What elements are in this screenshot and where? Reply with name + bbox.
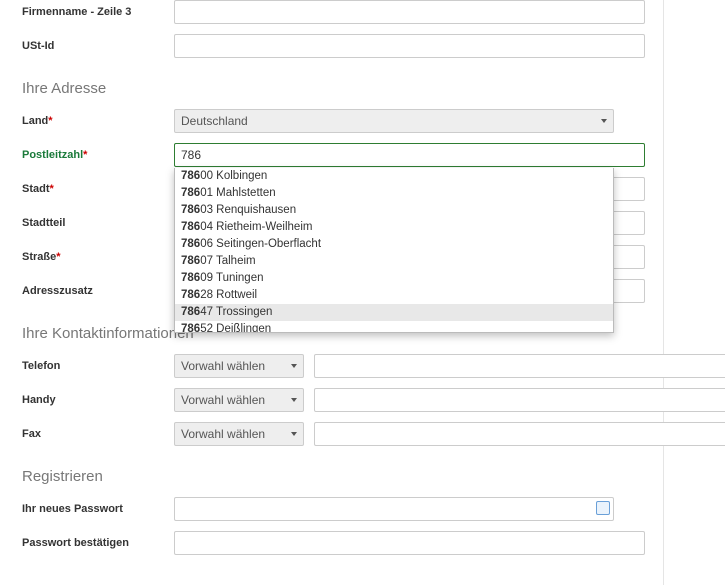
ust-id-input[interactable] bbox=[174, 34, 645, 58]
mobile-input[interactable] bbox=[314, 388, 725, 412]
phone-input[interactable] bbox=[314, 354, 725, 378]
zip-option[interactable]: 78647 Trossingen bbox=[175, 304, 613, 321]
password-confirm-label: Passwort bestätigen bbox=[22, 537, 174, 549]
extra-label: Adresszusatz bbox=[22, 285, 174, 297]
mobile-prefix-placeholder: Vorwahl wählen bbox=[181, 393, 265, 407]
zip-option[interactable]: 78628 Rottweil bbox=[175, 287, 613, 304]
country-value: Deutschland bbox=[181, 114, 248, 128]
section-register: Registrieren bbox=[22, 468, 645, 485]
district-label: Stadtteil bbox=[22, 217, 174, 229]
fax-prefix-placeholder: Vorwahl wählen bbox=[181, 427, 265, 441]
password-label: Ihr neues Passwort bbox=[22, 503, 174, 515]
password-input[interactable] bbox=[174, 497, 614, 521]
ust-id-label: USt-Id bbox=[22, 40, 174, 52]
zip-option[interactable]: 78609 Tuningen bbox=[175, 270, 613, 287]
zip-option[interactable]: 78604 Rietheim-Weilheim bbox=[175, 219, 613, 236]
zip-option[interactable]: 78607 Talheim bbox=[175, 253, 613, 270]
chevron-down-icon bbox=[291, 398, 297, 402]
zip-option[interactable]: 78652 Deißlingen bbox=[175, 321, 613, 333]
fax-input[interactable] bbox=[314, 422, 725, 446]
phone-prefix-select[interactable]: Vorwahl wählen bbox=[174, 354, 304, 378]
password-confirm-input[interactable] bbox=[174, 531, 645, 555]
mobile-prefix-select[interactable]: Vorwahl wählen bbox=[174, 388, 304, 412]
chevron-down-icon bbox=[291, 364, 297, 368]
city-label: Stadt* bbox=[22, 183, 174, 195]
mobile-label: Handy bbox=[22, 394, 174, 406]
phone-prefix-placeholder: Vorwahl wählen bbox=[181, 359, 265, 373]
chevron-down-icon bbox=[291, 432, 297, 436]
company-line3-input[interactable] bbox=[174, 0, 645, 24]
zip-label: Postleitzahl* bbox=[22, 149, 174, 161]
phone-label: Telefon bbox=[22, 360, 174, 372]
zip-option[interactable]: 78606 Seitingen-Oberflacht bbox=[175, 236, 613, 253]
country-label: Land* bbox=[22, 115, 174, 127]
company-line3-label: Firmenname - Zeile 3 bbox=[22, 6, 174, 18]
street-label: Straße* bbox=[22, 251, 174, 263]
zip-option[interactable]: 78600 Kolbingen bbox=[175, 168, 613, 185]
zip-input[interactable] bbox=[174, 143, 645, 167]
fax-label: Fax bbox=[22, 428, 174, 440]
zip-option[interactable]: 78603 Renquishausen bbox=[175, 202, 613, 219]
section-address: Ihre Adresse bbox=[22, 80, 645, 97]
fax-prefix-select[interactable]: Vorwahl wählen bbox=[174, 422, 304, 446]
password-manager-icon[interactable] bbox=[596, 501, 610, 515]
country-select[interactable]: Deutschland bbox=[174, 109, 614, 133]
zip-option[interactable]: 78601 Mahlstetten bbox=[175, 185, 613, 202]
chevron-down-icon bbox=[601, 119, 607, 123]
zip-autocomplete[interactable]: 78600 Kolbingen78601 Mahlstetten78603 Re… bbox=[174, 168, 614, 333]
